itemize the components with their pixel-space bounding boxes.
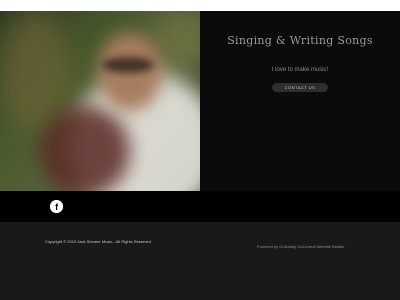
facebook-icon: f	[50, 200, 63, 213]
photo-guitar-blur	[40, 106, 130, 191]
facebook-link[interactable]: f	[50, 200, 63, 213]
hero-text-block: Singing & Writing Songs I love to make m…	[200, 11, 400, 191]
hero-photo	[0, 11, 200, 191]
contact-us-button[interactable]: CONTACT US	[272, 83, 328, 92]
hero-tagline: I love to make music!	[271, 67, 329, 73]
footer: Copyright © 2019 Jack Shearer Music - Al…	[0, 222, 400, 300]
hero-section: Singing & Writing Songs I love to make m…	[0, 11, 400, 191]
copyright-text: Copyright © 2019 Jack Shearer Music - Al…	[45, 239, 152, 244]
powered-by-link[interactable]: Powered by GoDaddy GoCentral Website Bui…	[257, 244, 345, 249]
top-bar	[0, 0, 400, 11]
photo-glasses-blur	[102, 57, 154, 73]
hero-title: Singing & Writing Songs	[227, 34, 373, 47]
